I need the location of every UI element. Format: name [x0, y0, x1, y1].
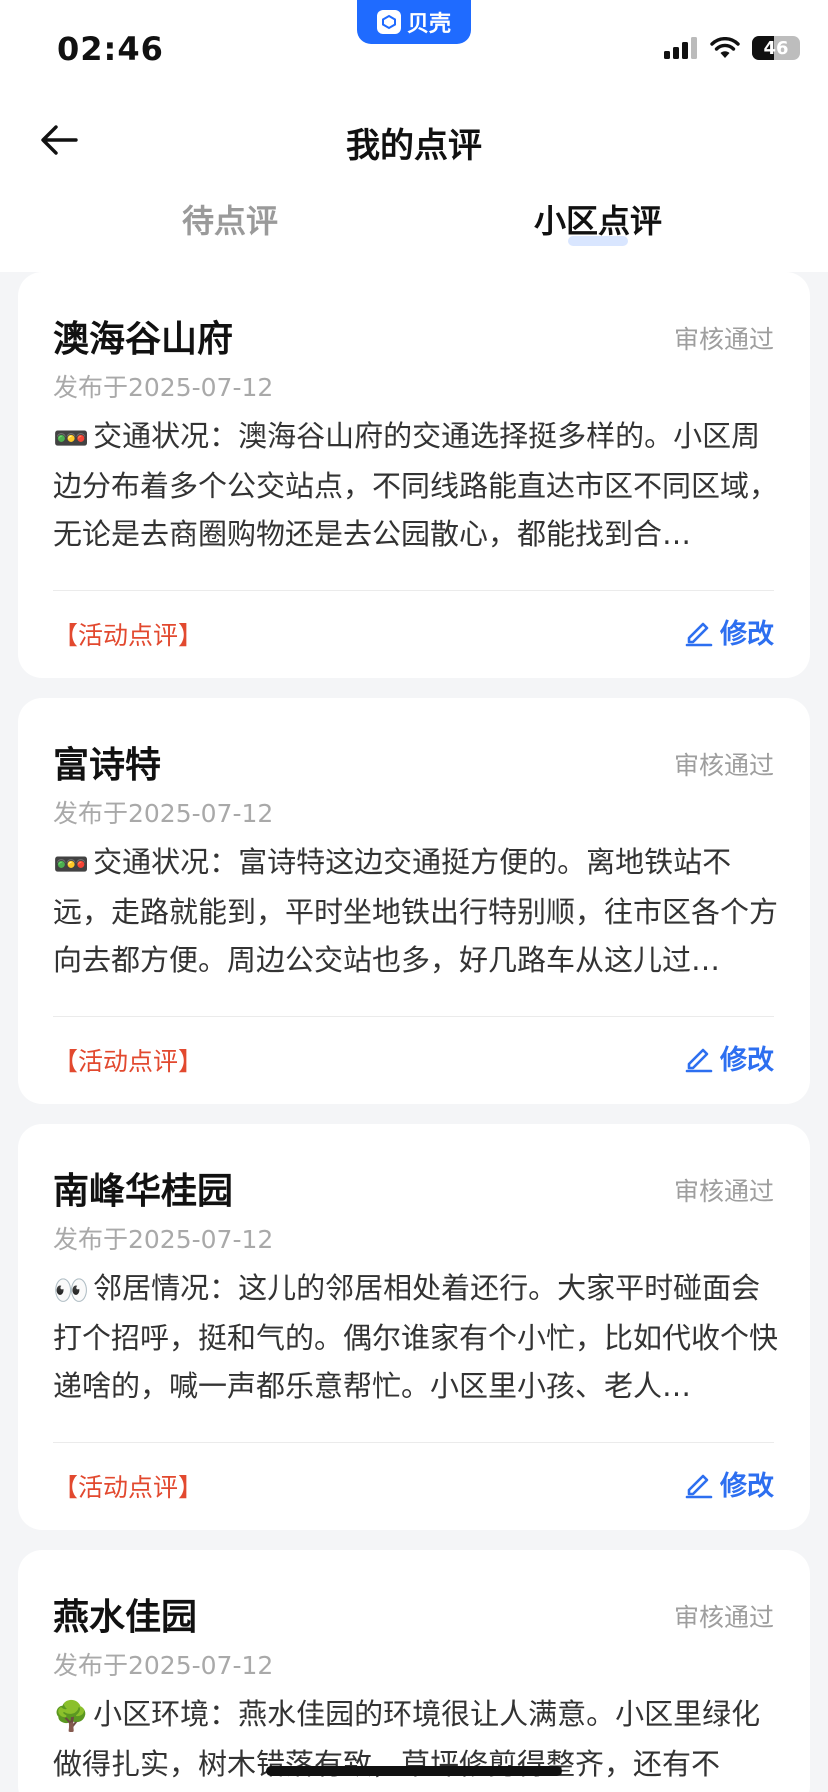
activity-review-tag: 【活动点评】 — [53, 621, 204, 650]
card-divider — [53, 1016, 774, 1017]
community-name: 南峰华桂园 — [53, 1171, 234, 1212]
status-time: 02:46 — [57, 30, 164, 68]
tab-bar: 待点评 小区点评 — [0, 196, 828, 260]
battery-indicator: 46 — [752, 36, 800, 60]
edit-label: 修改 — [720, 1045, 774, 1076]
review-body: 邻居情况：这儿的邻居相处着还行。大家平时碰面会打个招呼，挺和气的。偶尔谁家有个小… — [53, 1271, 778, 1403]
eyes-icon: 👀 — [53, 1273, 90, 1307]
battery-icon: 46 — [752, 36, 800, 60]
publish-date: 发布于2025-07-12 — [53, 799, 274, 828]
review-status: 审核通过 — [673, 325, 774, 354]
publish-date: 发布于2025-07-12 — [53, 373, 274, 402]
review-text: 👀 邻居情况：这儿的邻居相处着还行。大家平时碰面会打个招呼，挺和气的。偶尔谁家有个… — [53, 1264, 778, 1410]
beike-logo-icon — [376, 10, 401, 34]
community-name: 燕水佳园 — [53, 1597, 198, 1638]
review-text: 🚥 交通状况：澳海谷山府的交通选择挺多样的。小区周边分布着多个公交站点，不同线路能… — [53, 412, 778, 558]
card-divider — [53, 590, 774, 591]
tab-pending-reviews[interactable]: 待点评 — [110, 196, 350, 242]
screen: 02:46 贝壳 46 我的点评 待点评 小区点评 澳海谷山府 审核通过 发布于… — [0, 0, 828, 1792]
edit-button[interactable]: 修改 — [684, 612, 774, 651]
pencil-icon — [685, 622, 713, 646]
page-header: 我的点评 待点评 小区点评 — [0, 96, 828, 272]
app-return-pill[interactable]: 贝壳 — [357, 0, 471, 44]
traffic-light-icon: 🚥 — [53, 847, 90, 881]
battery-level: 46 — [763, 37, 789, 59]
review-body: 交通状况：澳海谷山府的交通选择挺多样的。小区周边分布着多个公交站点，不同线路能直… — [53, 419, 778, 551]
activity-review-tag: 【活动点评】 — [53, 1047, 204, 1076]
tab-community-reviews[interactable]: 小区点评 — [478, 196, 718, 242]
review-status: 审核通过 — [673, 1177, 774, 1206]
tree-icon: 🌳 — [53, 1699, 90, 1733]
card-divider — [53, 1442, 774, 1443]
edit-button[interactable]: 修改 — [684, 1038, 774, 1077]
review-status: 审核通过 — [673, 1603, 774, 1632]
page-title: 我的点评 — [346, 126, 482, 166]
status-bar: 02:46 贝壳 46 — [0, 0, 828, 96]
status-icons: 46 — [664, 36, 800, 60]
review-card[interactable]: 富诗特 审核通过 发布于2025-07-12 🚥 交通状况：富诗特这边交通挺方便的… — [18, 698, 810, 1104]
publish-date: 发布于2025-07-12 — [53, 1651, 274, 1680]
edit-button[interactable]: 修改 — [684, 1464, 774, 1503]
traffic-light-icon: 🚥 — [53, 421, 90, 455]
review-status: 审核通过 — [673, 751, 774, 780]
activity-review-tag: 【活动点评】 — [53, 1473, 204, 1502]
review-card[interactable]: 澳海谷山府 审核通过 发布于2025-07-12 🚥 交通状况：澳海谷山府的交通选… — [18, 272, 810, 678]
publish-date: 发布于2025-07-12 — [53, 1225, 274, 1254]
community-name: 澳海谷山府 — [53, 319, 234, 360]
app-return-label: 贝壳 — [406, 12, 451, 37]
pencil-icon — [685, 1474, 713, 1498]
wifi-icon — [710, 37, 740, 58]
edit-label: 修改 — [720, 1471, 774, 1502]
edit-label: 修改 — [720, 619, 774, 650]
review-card[interactable]: 燕水佳园 审核通过 发布于2025-07-12 🌳 小区环境：燕水佳园的环境很让人… — [18, 1550, 810, 1792]
review-text: 🚥 交通状况：富诗特这边交通挺方便的。离地铁站不远，走路就能到，平时坐地铁出行特别… — [53, 838, 778, 984]
pencil-icon — [685, 1048, 713, 1072]
review-body: 交通状况：富诗特这边交通挺方便的。离地铁站不远，走路就能到，平时坐地铁出行特别顺… — [53, 845, 778, 977]
home-indicator[interactable] — [266, 1766, 562, 1776]
community-name: 富诗特 — [53, 745, 162, 786]
cellular-signal-icon — [664, 37, 697, 59]
review-card[interactable]: 南峰华桂园 审核通过 发布于2025-07-12 👀 邻居情况：这儿的邻居相处着还… — [18, 1124, 810, 1530]
